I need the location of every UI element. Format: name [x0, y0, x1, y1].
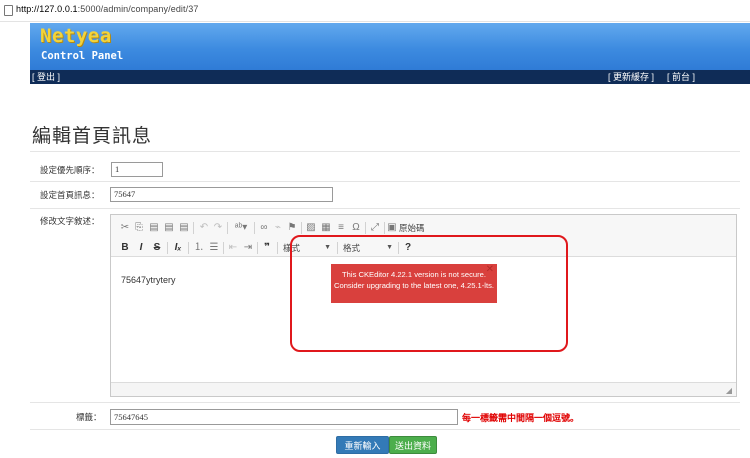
- undo-icon[interactable]: ↶: [198, 221, 210, 235]
- homepage-msg-label: 設定首頁訊息：: [40, 190, 100, 200]
- redo-icon[interactable]: ↷: [212, 221, 224, 235]
- page-title: 編輯首頁訊息: [32, 125, 153, 147]
- table-icon[interactable]: ▦: [320, 221, 332, 235]
- image-icon[interactable]: ▨: [305, 221, 317, 235]
- url-host: http://127.0.0.1: [16, 4, 78, 14]
- annotation-highlight: [290, 235, 568, 352]
- divider: [30, 429, 740, 430]
- editor-content[interactable]: 75647ytrytery: [121, 275, 176, 285]
- refresh-cache-link[interactable]: [ 更新緩存 ]: [608, 70, 654, 84]
- source-icon[interactable]: ▣: [387, 221, 397, 235]
- unlink-icon[interactable]: ⌁: [272, 221, 284, 235]
- editor-resize-bar: ◢: [111, 382, 736, 396]
- remove-format-icon[interactable]: Iₓ: [172, 241, 184, 255]
- url-path: :5000/admin/company/edit/37: [77, 4, 199, 14]
- maximize-icon[interactable]: ⤢: [369, 221, 381, 235]
- page-icon: [4, 5, 13, 16]
- frontend-link[interactable]: [ 前台 ]: [667, 70, 695, 84]
- special-char-icon[interactable]: Ω: [350, 221, 362, 235]
- cut-icon[interactable]: ✂: [119, 221, 131, 235]
- strikethrough-icon[interactable]: S: [151, 241, 163, 255]
- outdent-icon[interactable]: ⇤: [227, 241, 239, 255]
- horizontal-line-icon[interactable]: ≡: [335, 221, 347, 235]
- toolbar-separator: [301, 222, 302, 234]
- spellcheck-icon[interactable]: ᵃᵇ▾: [231, 221, 251, 235]
- divider: [30, 181, 740, 182]
- browser-url-bar[interactable]: http://127.0.0.1:5000/admin/company/edit…: [0, 0, 750, 22]
- blockquote-icon[interactable]: ❞: [261, 241, 273, 255]
- toolbar-separator: [227, 222, 228, 234]
- priority-input[interactable]: 1: [111, 162, 163, 177]
- paste-icon[interactable]: ▤: [148, 221, 160, 235]
- url-text[interactable]: http://127.0.0.1:5000/admin/company/edit…: [16, 4, 198, 14]
- content-label: 修改文字敘述：: [40, 216, 100, 226]
- top-navbar: [ 登出 ] [ 更新緩存 ] [ 前台 ]: [30, 70, 750, 84]
- paste-word-icon[interactable]: ▤: [178, 221, 190, 235]
- toolbar-separator: [254, 222, 255, 234]
- resize-grip-icon[interactable]: ◢: [726, 386, 732, 395]
- reset-button[interactable]: 重新輸入: [336, 436, 389, 454]
- toolbar-separator: [223, 242, 224, 254]
- toolbar-separator: [257, 242, 258, 254]
- divider: [30, 402, 740, 403]
- toolbar-separator: [167, 242, 168, 254]
- bulleted-list-icon[interactable]: ☰: [208, 241, 220, 255]
- numbered-list-icon[interactable]: ⒈: [193, 241, 205, 255]
- divider: [30, 151, 740, 152]
- anchor-flag-icon[interactable]: ⚑: [286, 221, 298, 235]
- toolbar-separator: [277, 242, 278, 254]
- link-icon[interactable]: ∞: [258, 221, 270, 235]
- copy-icon[interactable]: ⎘: [133, 221, 145, 235]
- priority-label: 設定優先順序：: [40, 165, 100, 175]
- tags-input[interactable]: 75647645: [110, 409, 458, 425]
- logout-link[interactable]: [ 登出 ]: [32, 70, 60, 84]
- toolbar-separator: [188, 242, 189, 254]
- submit-button[interactable]: 送出資料: [389, 436, 437, 454]
- italic-icon[interactable]: I: [135, 241, 147, 255]
- toolbar-separator: [365, 222, 366, 234]
- tags-hint: 每一標籤需中間隔一個逗號。: [462, 413, 580, 423]
- divider: [30, 208, 740, 209]
- homepage-msg-input[interactable]: 75647: [110, 187, 333, 202]
- source-button[interactable]: 原始碼: [399, 221, 439, 235]
- tags-label: 標籤：: [76, 412, 102, 422]
- logo: Netyea: [40, 25, 112, 47]
- toolbar-separator: [384, 222, 385, 234]
- paste-text-icon[interactable]: ▤: [163, 221, 175, 235]
- bold-icon[interactable]: B: [119, 241, 131, 255]
- admin-header: Netyea Control Panel: [30, 23, 750, 70]
- toolbar-separator: [193, 222, 194, 234]
- indent-icon[interactable]: ⇥: [242, 241, 254, 255]
- header-subtitle: Control Panel: [41, 50, 124, 62]
